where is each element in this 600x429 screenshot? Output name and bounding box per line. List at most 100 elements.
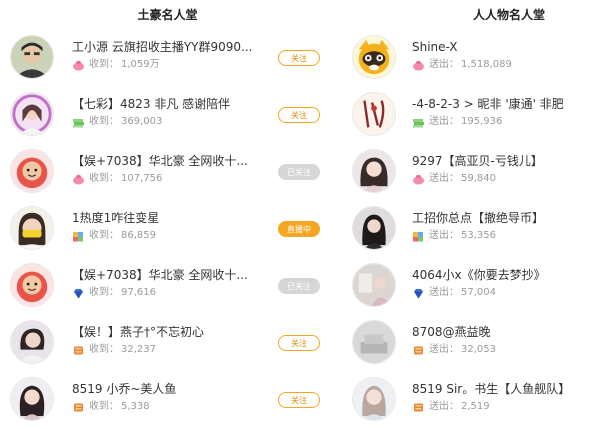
- avatar-girl-yellow-mask[interactable]: [10, 206, 54, 250]
- gift-stat: 收到： 32,237: [72, 343, 272, 357]
- list-item[interactable]: 1热度1咋往变星 收到： 86,859 直播中: [0, 201, 345, 258]
- follow-button[interactable]: 关注: [278, 335, 320, 351]
- user-name[interactable]: 4064小x《你要去梦抄》: [412, 267, 592, 283]
- list-item[interactable]: 8519 小乔~美人鱼 收到： 5,338 关注: [0, 372, 345, 429]
- stat-value: 97,616: [121, 287, 156, 298]
- list-item[interactable]: 【娱！】燕子†°不忘初心 收到： 32,237 关注: [0, 315, 345, 372]
- user-name[interactable]: 【娱+7038】华北豪 全网收十...: [72, 267, 272, 283]
- gift-stat: 送出： 32,053: [412, 343, 592, 357]
- user-name[interactable]: 【娱！】燕子†°不忘初心: [72, 324, 272, 340]
- list-item[interactable]: 4064小x《你要去梦抄》 送出： 57,004: [345, 258, 600, 315]
- stat-value: 1,518,089: [461, 59, 512, 70]
- stat-label: 收到：: [89, 173, 119, 184]
- list-item[interactable]: Shine-X 送出： 1,518,089: [345, 30, 600, 87]
- host-hall-list: 工小源 云旗招收主播YY群9090... 收到： 1,059万 关注 【七彩】4823 …: [0, 30, 345, 429]
- stat-label: 送出：: [429, 173, 459, 184]
- avatar-room-photo[interactable]: [352, 263, 396, 307]
- host-hall-title: 土豪名人堂: [137, 8, 198, 22]
- list-item[interactable]: 工小源 云旗招收主播YY群9090... 收到： 1,059万 关注: [0, 30, 345, 87]
- stat-value: 32,053: [461, 344, 496, 355]
- stat-value: 1,059万: [121, 59, 160, 70]
- stat-value: 59,840: [461, 173, 496, 184]
- character-hall-title: 人人物名人堂: [473, 8, 546, 22]
- user-name[interactable]: 8708@燕益晚: [412, 324, 592, 340]
- user-name[interactable]: 工小源 云旗招收主播YY群9090...: [72, 39, 272, 55]
- avatar-woman-photo[interactable]: [352, 149, 396, 193]
- stat-value: 53,356: [461, 230, 496, 241]
- user-info: 8519 Sir。书生【人鱼舰队】 送出： 2,519: [412, 381, 592, 414]
- avatar-man-glasses[interactable]: [10, 35, 54, 79]
- user-name[interactable]: 8519 Sir。书生【人鱼舰队】: [412, 381, 592, 397]
- gift-stat: 收到： 5,338: [72, 400, 272, 414]
- list-item[interactable]: 8708@燕益晚 送出： 32,053: [345, 315, 600, 372]
- user-info: 【娱+7038】华北豪 全网收十... 收到： 97,616: [72, 267, 272, 300]
- list-item[interactable]: 【七彩】4823 非凡 感谢陪伴 收到： 369,003 关注: [0, 87, 345, 144]
- user-name[interactable]: Shine-X: [412, 39, 592, 55]
- host-hall-column: 土豪名人堂 工小源 云旗招收主播YY群9090... 收到： 1,059万 关注 【七彩…: [0, 0, 345, 429]
- avatar-red-cartoon[interactable]: [10, 263, 54, 307]
- character-hall-list: Shine-X 送出： 1,518,089 -4-8-2-3 > 昵非 '康通' 非肥…: [345, 30, 600, 429]
- avatar-woman-light[interactable]: [352, 377, 396, 421]
- gift-stat: 收到： 86,859: [72, 229, 272, 243]
- avatar-girl-photo[interactable]: [10, 320, 54, 364]
- gift-stat: 送出： 195,936: [412, 115, 592, 129]
- stat-label: 送出：: [429, 344, 459, 355]
- user-name[interactable]: 工招你总点【撤绝导币】: [412, 210, 592, 226]
- user-name[interactable]: 1热度1咋往变星: [72, 210, 272, 226]
- user-name[interactable]: -4-8-2-3 > 昵非 '康通' 非肥: [412, 96, 592, 112]
- bag-icon: [412, 60, 425, 71]
- follow-button[interactable]: 关注: [278, 107, 320, 123]
- stack-icon: [412, 117, 425, 128]
- user-info: 工小源 云旗招收主播YY群9090... 收到： 1,059万: [72, 39, 272, 72]
- stat-value: 57,004: [461, 287, 496, 298]
- list-item[interactable]: 9297【高亚贝-亏钱儿】送出： 59,840: [345, 144, 600, 201]
- user-info: Shine-X 送出： 1,518,089: [412, 39, 592, 72]
- stat-label: 送出：: [429, 59, 459, 70]
- stat-label: 收到：: [89, 116, 119, 127]
- hall-of-fame: 土豪名人堂 工小源 云旗招收主播YY群9090... 收到： 1,059万 关注 【七彩…: [0, 0, 600, 425]
- gift-stat: 收到： 97,616: [72, 286, 272, 300]
- gem-icon: [72, 288, 85, 299]
- follow-button[interactable]: 关注: [278, 392, 320, 408]
- user-info: 【娱！】燕子†°不忘初心 收到： 32,237: [72, 324, 272, 357]
- user-info: 8708@燕益晚 送出： 32,053: [412, 324, 592, 357]
- stat-label: 送出：: [429, 116, 459, 127]
- gift-stat: 收到： 107,756: [72, 172, 272, 186]
- avatar-raccoon-cartoon[interactable]: [352, 35, 396, 79]
- user-name[interactable]: 【娱+7038】华北豪 全网收十...: [72, 153, 272, 169]
- stat-value: 2,519: [461, 401, 490, 412]
- list-item[interactable]: 8519 Sir。书生【人鱼舰队】 送出： 2,519: [345, 372, 600, 429]
- followed-button[interactable]: 已关注: [278, 278, 320, 294]
- stat-value: 5,338: [121, 401, 150, 412]
- user-name[interactable]: 9297【高亚贝-亏钱儿】: [412, 153, 592, 169]
- stat-label: 收到：: [89, 401, 119, 412]
- follow-button[interactable]: 关注: [278, 50, 320, 66]
- gift-stat: 送出： 1,518,089: [412, 58, 592, 72]
- list-item[interactable]: 【娱+7038】华北豪 全网收十... 收到： 97,616 已关注: [0, 258, 345, 315]
- avatar-girl-long-hair[interactable]: [10, 377, 54, 421]
- avatar-calligraphy[interactable]: [352, 92, 396, 136]
- live-button[interactable]: 直播中: [278, 221, 320, 237]
- list-item[interactable]: 【娱+7038】华北豪 全网收十... 收到： 107,756 已关注: [0, 144, 345, 201]
- bag-icon: [72, 174, 85, 185]
- character-hall-column: 人人物名人堂 Shine-X 送出： 1,518,089 -4-8-2-3 > 昵非 …: [345, 0, 600, 429]
- list-item[interactable]: 工招你总点【撤绝导币】送出： 53,356: [345, 201, 600, 258]
- user-info: 8519 小乔~美人鱼 收到： 5,338: [72, 381, 272, 414]
- colorful-icon: [72, 231, 85, 242]
- followed-button[interactable]: 已关注: [278, 164, 320, 180]
- avatar-woman-dark[interactable]: [352, 206, 396, 250]
- avatar-grey-photo[interactable]: [352, 320, 396, 364]
- user-info: 4064小x《你要去梦抄》 送出： 57,004: [412, 267, 592, 300]
- gift-stat: 收到： 1,059万: [72, 58, 272, 72]
- avatar-red-cartoon[interactable]: [10, 149, 54, 193]
- user-name[interactable]: 8519 小乔~美人鱼: [72, 381, 272, 397]
- list-item[interactable]: -4-8-2-3 > 昵非 '康通' 非肥 送出： 195,936: [345, 87, 600, 144]
- stat-label: 送出：: [429, 230, 459, 241]
- stat-value: 86,859: [121, 230, 156, 241]
- user-info: 工招你总点【撤绝导币】送出： 53,356: [412, 210, 592, 243]
- avatar-purple-frame[interactable]: [10, 92, 54, 136]
- user-name[interactable]: 【七彩】4823 非凡 感谢陪伴: [72, 96, 272, 112]
- user-info: 【娱+7038】华北豪 全网收十... 收到： 107,756: [72, 153, 272, 186]
- user-info: 【七彩】4823 非凡 感谢陪伴 收到： 369,003: [72, 96, 272, 129]
- scroll-icon: [72, 345, 85, 356]
